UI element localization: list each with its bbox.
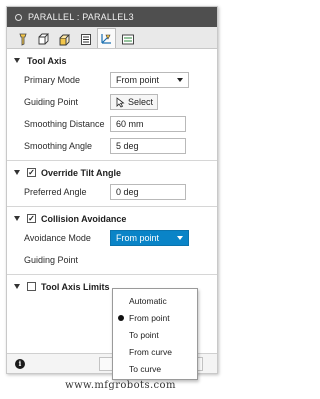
guiding-point-label: Guiding Point — [24, 97, 79, 107]
menu-item-automatic[interactable]: Automatic — [113, 292, 197, 309]
smoothing-angle-row: Smoothing Angle — [7, 135, 217, 157]
tool-axis-limits-checkbox[interactable] — [27, 282, 36, 291]
collision-avoidance-section-header[interactable]: ✓ Collision Avoidance — [7, 210, 217, 227]
override-tilt-section-header[interactable]: ✓ Override Tilt Angle — [7, 164, 217, 181]
section-divider — [7, 160, 217, 161]
guiding-point-row: Guiding Point Select — [7, 91, 217, 113]
tab-bar — [7, 27, 217, 49]
multi-axis-icon — [101, 34, 111, 44]
smoothing-angle-input[interactable] — [110, 138, 186, 154]
preferred-angle-label: Preferred Angle — [24, 187, 87, 197]
passes-icon — [80, 34, 91, 45]
tab-linking[interactable] — [118, 30, 137, 48]
dialog-titlebar[interactable]: PARALLEL : PARALLEL3 — [7, 7, 217, 27]
primary-mode-value: From point — [116, 75, 160, 85]
chevron-down-icon — [177, 78, 183, 82]
selected-radio-icon — [118, 314, 124, 321]
avoidance-mode-row: Avoidance Mode From point — [7, 227, 217, 249]
linking-icon — [121, 34, 134, 45]
menu-item-label: To point — [129, 329, 159, 340]
menu-item-to-point[interactable]: To point — [113, 326, 197, 343]
tab-geometry[interactable] — [34, 30, 53, 48]
tool-axis-header-label: Tool Axis — [27, 55, 67, 66]
collapse-triangle-icon — [14, 284, 20, 289]
menu-item-from-curve[interactable]: From curve — [113, 343, 197, 360]
select-label: Select — [128, 97, 154, 107]
menu-item-label: To curve — [129, 363, 162, 374]
collision-avoidance-checkbox[interactable]: ✓ — [27, 214, 36, 223]
override-tilt-header-label: Override Tilt Angle — [41, 167, 122, 178]
chevron-down-icon — [177, 236, 183, 240]
tool-axis-limits-header-label: Tool Axis Limits — [41, 281, 110, 292]
tool-axis-section-header[interactable]: Tool Axis — [7, 52, 217, 69]
tab-tool[interactable] — [13, 30, 32, 48]
tool-icon — [18, 33, 27, 46]
smoothing-angle-label: Smoothing Angle — [24, 141, 93, 151]
collision-guiding-point-row: Guiding Point — [7, 249, 217, 271]
info-icon[interactable]: i — [15, 358, 25, 369]
tab-multi-axis[interactable] — [97, 28, 116, 48]
collision-avoidance-header-label: Collision Avoidance — [41, 213, 127, 224]
menu-item-from-point[interactable]: From point — [113, 309, 197, 326]
menu-item-to-curve[interactable]: To curve — [113, 360, 197, 377]
override-tilt-checkbox[interactable]: ✓ — [27, 168, 36, 177]
geometry-icon — [38, 33, 50, 45]
collapse-triangle-icon — [14, 216, 20, 221]
avoidance-mode-value: From point — [116, 233, 160, 243]
menu-item-label: From curve — [129, 346, 172, 357]
section-divider — [7, 206, 217, 207]
tab-passes[interactable] — [76, 30, 95, 48]
primary-mode-row: Primary Mode From point — [7, 69, 217, 91]
section-divider — [7, 274, 217, 275]
dialog-title: PARALLEL : PARALLEL3 — [28, 12, 134, 22]
preferred-angle-input[interactable] — [110, 184, 186, 200]
guiding-point-select-button[interactable]: Select — [110, 94, 158, 110]
menu-item-label: From point — [129, 312, 170, 323]
dialog-status-icon — [15, 13, 22, 21]
avoidance-mode-dropdown[interactable]: From point — [110, 230, 189, 246]
collapse-triangle-icon — [14, 58, 20, 63]
primary-mode-label: Primary Mode — [24, 75, 81, 85]
tab-heights[interactable] — [55, 30, 74, 48]
smoothing-distance-input[interactable] — [110, 116, 186, 132]
watermark-text: www.mfgrobots.com — [65, 380, 176, 391]
avoidance-mode-label: Avoidance Mode — [24, 233, 91, 243]
cursor-arrow-icon — [116, 96, 125, 108]
menu-item-label: Automatic — [129, 295, 167, 306]
collision-guiding-point-label: Guiding Point — [24, 255, 79, 265]
smoothing-distance-row: Smoothing Distance — [7, 113, 217, 135]
preferred-angle-row: Preferred Angle — [7, 181, 217, 203]
smoothing-distance-label: Smoothing Distance — [24, 119, 105, 129]
primary-mode-dropdown[interactable]: From point — [110, 72, 189, 88]
heights-icon — [59, 34, 71, 46]
collapse-triangle-icon — [14, 170, 20, 175]
avoidance-mode-menu: Automatic From point To point From curve… — [112, 288, 198, 380]
